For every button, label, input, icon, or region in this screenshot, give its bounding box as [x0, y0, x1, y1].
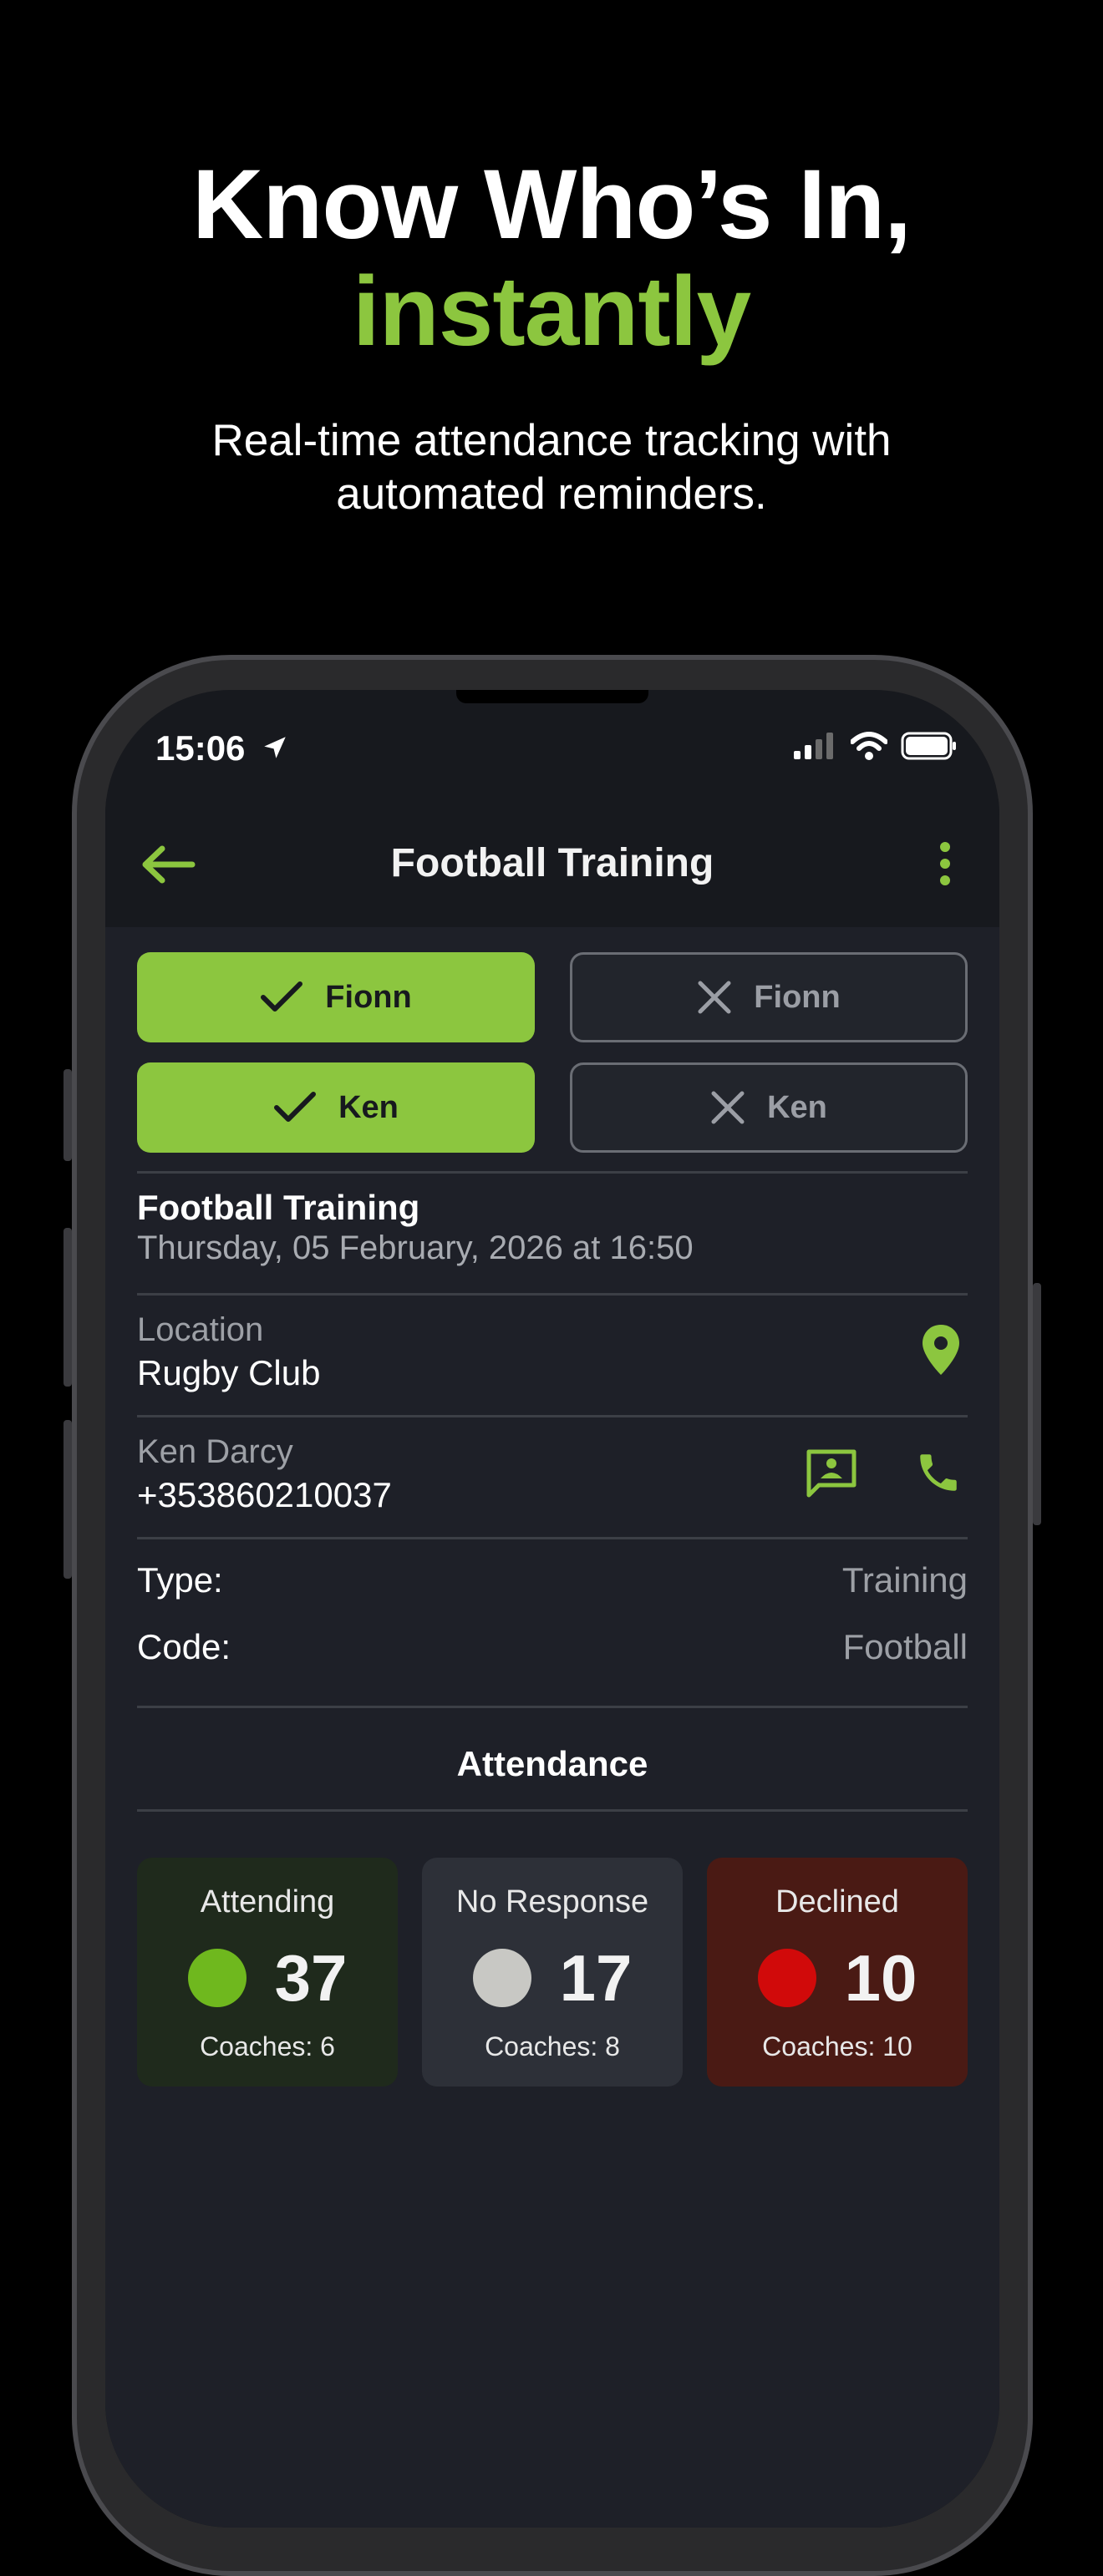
declined-count: 10	[844, 1940, 917, 2015]
dynamic-island	[456, 690, 648, 703]
attendance-heading: Attendance	[456, 1744, 648, 1783]
check-icon	[274, 1092, 317, 1122]
type-value: Training	[841, 1560, 968, 1600]
check-icon	[261, 981, 303, 1012]
accept-button-ken[interactable]: Ken	[137, 1062, 535, 1153]
divider	[137, 1537, 968, 1539]
map-pin-icon[interactable]	[921, 1323, 961, 1377]
decline-label: Ken	[767, 1089, 827, 1125]
status-dot	[757, 1949, 816, 2007]
divider	[137, 1706, 968, 1708]
phone-power-button	[1033, 1283, 1041, 1525]
coaches-count: Coaches: 8	[485, 2031, 620, 2061]
more-vertical-icon[interactable]	[938, 842, 953, 885]
decline-label: Fionn	[754, 979, 841, 1015]
status-dot	[472, 1949, 531, 2007]
hero-subtitle: Real-time attendance tracking with	[211, 416, 892, 465]
decline-button-fionn[interactable]: Fionn	[570, 952, 968, 1042]
location-label: Location	[137, 1311, 264, 1348]
phone-volume-down	[64, 1420, 72, 1579]
phone-action-button	[64, 1069, 72, 1161]
decline-button-ken[interactable]: Ken	[570, 1062, 968, 1153]
phone-icon[interactable]	[914, 1448, 963, 1497]
contact-name: Ken Darcy	[137, 1433, 293, 1470]
coaches-count: Coaches: 10	[762, 2031, 912, 2061]
card-label: Attending	[200, 1884, 335, 1919]
location-arrow-icon	[264, 737, 286, 758]
hero-title: Know Who’s In,	[192, 150, 912, 260]
battery-icon	[901, 732, 956, 760]
wifi-icon	[851, 732, 887, 760]
no-response-card[interactable]: No Response 17 Coaches: 8	[422, 1858, 683, 2087]
location-value: Rugby Club	[137, 1353, 321, 1392]
divider	[137, 1293, 968, 1296]
hero-subtitle-line2: automated reminders.	[336, 469, 767, 519]
app-bar: Football Training	[105, 799, 999, 927]
status-time: 15:06	[155, 728, 246, 768]
card-label: No Response	[455, 1884, 649, 1919]
divider	[137, 1415, 968, 1417]
accept-label: Fionn	[325, 979, 412, 1015]
code-value: Football	[842, 1627, 968, 1666]
contact-phone: +353860210037	[137, 1475, 392, 1514]
status-dot	[187, 1949, 247, 2007]
no-response-count: 17	[559, 1940, 633, 2015]
code-label: Code:	[137, 1627, 231, 1666]
accept-label: Ken	[338, 1089, 399, 1125]
app-bar-title: Football Training	[390, 841, 714, 885]
message-icon[interactable]	[806, 1448, 857, 1498]
close-icon	[711, 1091, 745, 1124]
attending-count: 37	[274, 1940, 348, 2015]
declined-card[interactable]: Declined 10 Coaches: 10	[707, 1858, 968, 2087]
status-icons	[794, 732, 958, 760]
accept-button-fionn[interactable]: Fionn	[137, 952, 535, 1042]
phone-volume-up	[64, 1228, 72, 1387]
event-datetime: Thursday, 05 February, 2026 at 16:50	[137, 1230, 694, 1266]
divider	[137, 1809, 968, 1812]
card-label: Declined	[775, 1884, 899, 1919]
attending-card[interactable]: Attending 37 Coaches: 6	[137, 1858, 398, 2087]
hero-title-highlight: instantly	[352, 256, 751, 367]
event-detail-content: Fionn Fionn Ken Ken Football Training Th…	[105, 927, 999, 2528]
divider	[137, 1171, 968, 1174]
event-title: Football Training	[137, 1188, 420, 1227]
type-label: Type:	[137, 1560, 223, 1600]
signal-icon	[794, 733, 833, 759]
coaches-count: Coaches: 6	[200, 2031, 335, 2061]
close-icon	[698, 981, 731, 1014]
phone-screen: 15:06 Football Training Fionn Fionn Ken …	[105, 690, 999, 2528]
